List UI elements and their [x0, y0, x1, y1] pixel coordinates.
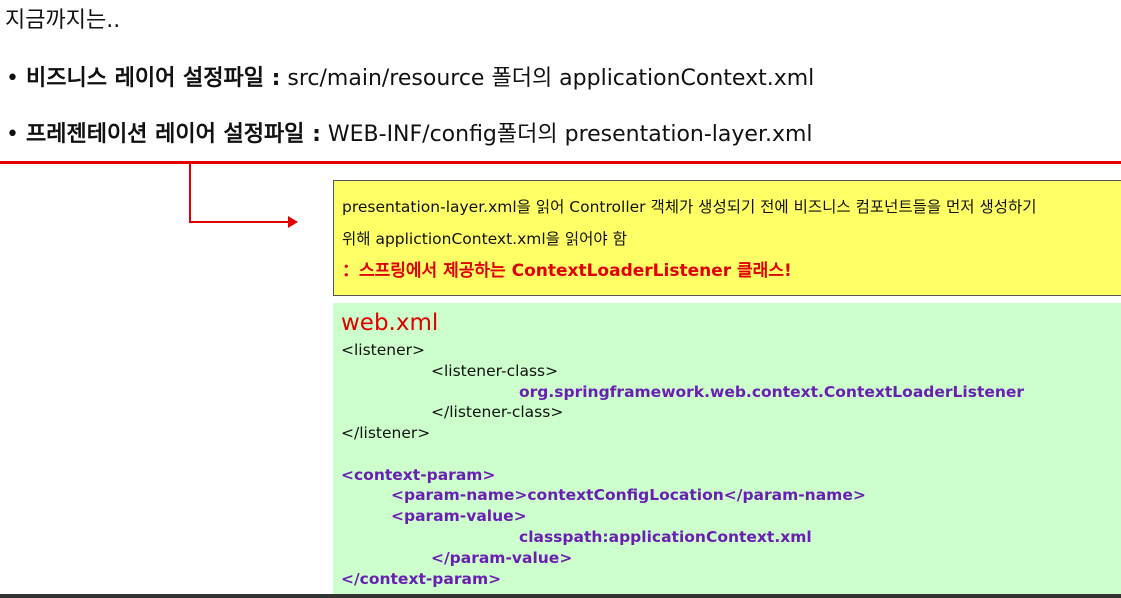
red-divider	[0, 161, 1121, 164]
bullet-label: 프레젠테이션 레이어 설정파일 :	[25, 122, 321, 147]
code-line: classpath:applicationContext.xml	[519, 528, 812, 546]
code-line: </listener-class>	[431, 403, 564, 421]
bullet-marker: •	[6, 122, 19, 147]
bullet-business-layer: • 비즈니스 레이어 설정파일 : src/main/resource 폴더의 …	[6, 60, 814, 92]
code-line: <listener>	[341, 341, 426, 359]
bullet-text: WEB-INF/config폴더의 presentation-layer.xml	[320, 122, 813, 147]
arrow-connector-vertical	[189, 164, 191, 223]
code-line: </listener>	[341, 424, 431, 442]
note-line-2: 위해 applictionContext.xml을 읽어야 함	[342, 230, 627, 248]
web-xml-code-box: web.xml <listener> <listener-class> org.…	[333, 303, 1121, 598]
arrow-right-icon	[288, 216, 298, 228]
code-title: web.xml	[341, 310, 439, 336]
bottom-bar	[0, 594, 1121, 598]
arrow-connector-horizontal	[189, 221, 289, 223]
bullet-marker: •	[6, 66, 19, 91]
code-line: </param-value>	[431, 549, 573, 567]
bullet-presentation-layer: • 프레젠테이션 레이어 설정파일 : WEB-INF/config폴더의 pr…	[6, 116, 813, 148]
bullet-text: src/main/resource 폴더의 applicationContext…	[280, 66, 815, 91]
code-line: <param-value>	[391, 507, 527, 525]
note-box: presentation-layer.xml을 읽어 Controller 객체…	[333, 180, 1121, 296]
code-line: org.springframework.web.context.ContextL…	[519, 383, 1025, 401]
intro-text: 지금까지는..	[5, 8, 121, 33]
code-line: </context-param>	[341, 570, 502, 588]
bullet-label: 비즈니스 레이어 설정파일 :	[25, 66, 281, 91]
code-line: <listener-class>	[431, 362, 559, 380]
code-line: <context-param>	[341, 466, 496, 484]
note-line-3: ：스프링에서 제공하는 ContextLoaderListener 클래스!	[342, 261, 792, 281]
code-line: <param-name>contextConfigLocation</param…	[391, 486, 866, 504]
note-line-1: presentation-layer.xml을 읽어 Controller 객체…	[342, 198, 1037, 216]
